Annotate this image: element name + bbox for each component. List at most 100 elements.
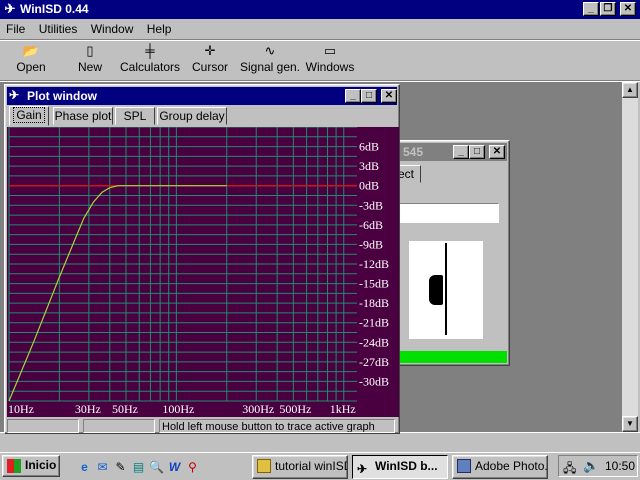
task-winisd[interactable]: ✈ WinISD b... (352, 455, 448, 479)
menu-help[interactable]: Help (147, 22, 172, 36)
network-icon[interactable]: 🖧 (563, 459, 576, 480)
vertical-scrollbar[interactable]: ▲ ▼ (622, 82, 638, 432)
x-tick-label: 1kHz (330, 402, 356, 416)
start-label: Inicio (25, 458, 57, 472)
tab-spl[interactable]: SPL (115, 107, 155, 125)
tab-spl-label: SPL (123, 109, 147, 123)
project-maximize-button[interactable]: □ (469, 145, 485, 159)
plot-minimize-button[interactable]: _ (345, 89, 361, 103)
status-pane-2 (83, 419, 155, 433)
explorer-icon[interactable]: 🔍 (148, 459, 165, 475)
ie-icon[interactable]: e (76, 459, 93, 475)
plot-window-icon: ✈ (9, 88, 20, 102)
restore-button[interactable]: ❐ (600, 2, 616, 16)
x-tick-label: 300Hz (242, 402, 274, 416)
task-photoshop-label: Adobe Photo... (475, 459, 548, 473)
calculators-button[interactable]: ╪ Calculators (118, 42, 182, 78)
windows-icon: ▭ (323, 43, 337, 58)
folder-icon (257, 459, 271, 473)
y-tick-label: -9dB (359, 237, 383, 251)
menu-divider (0, 39, 640, 41)
y-tick-label: -6dB (359, 218, 383, 232)
clock: 10:50 (605, 459, 636, 473)
open-button[interactable]: 📂 Open (10, 42, 52, 78)
plot-background (7, 127, 399, 417)
y-tick-label: 6dB (359, 140, 379, 154)
new-button[interactable]: ▯ New (70, 42, 110, 78)
tab-phase-label: Phase plot (54, 109, 112, 123)
y-tick-label: -3dB (359, 198, 383, 212)
signal-gen-label: Signal gen. (239, 60, 301, 74)
gain-chart[interactable]: 6dB 3dB 0dB -3dB -6dB -9dB -12dB -15dB -18dB -21d… (7, 127, 399, 417)
box-preview (409, 241, 483, 339)
app-icon: ✈ (4, 1, 16, 16)
calculators-label: Calculators (119, 60, 181, 74)
cursor-button[interactable]: ✛ Cursor (190, 42, 230, 78)
x-tick-label: 30Hz (75, 402, 101, 416)
photoshop-icon (457, 459, 471, 473)
plot-window[interactable]: ✈ Plot window _ □ ✕ Gain Phase plot SPL … (4, 84, 400, 434)
horizontal-scroll-strip (0, 432, 640, 452)
project-title: 545 (403, 145, 424, 159)
close-button[interactable]: ✕ (620, 2, 636, 16)
scroll-down-button[interactable]: ▼ (622, 416, 638, 432)
tab-phase-plot[interactable]: Phase plot (53, 107, 113, 125)
menu-file[interactable]: File (6, 22, 25, 36)
project-name-field[interactable] (383, 203, 499, 223)
x-tick-label: 500Hz (279, 402, 311, 416)
status-pane-message: Hold left mouse button to trace active g… (159, 419, 395, 433)
system-tray: 🖧 🔈 10:50 (558, 455, 638, 477)
channels-icon[interactable]: ▤ (130, 459, 147, 475)
project-progress-bar (399, 351, 507, 363)
y-tick-label: -18dB (359, 296, 389, 310)
acrobat-icon[interactable]: ⚲ (184, 459, 201, 475)
open-folder-icon: 📂 (22, 43, 40, 58)
cursor-label: Cursor (191, 60, 228, 74)
plot-window-title: Plot window (27, 89, 97, 103)
y-tick-label: -27dB (359, 355, 389, 369)
project-title-bar: 545 _ □ ✕ (383, 143, 507, 161)
y-tick-label: -21dB (359, 316, 389, 330)
project-close-button[interactable]: ✕ (489, 145, 505, 159)
task-tutorial-winisd[interactable]: tutorial winISD (252, 455, 348, 479)
new-label: New (77, 60, 102, 74)
window-title: WinISD 0.44 (20, 2, 89, 16)
plot-close-button[interactable]: ✕ (381, 89, 397, 103)
new-document-icon: ▯ (86, 43, 94, 58)
open-label: Open (16, 60, 46, 74)
tab-group-delay[interactable]: Group delay (157, 107, 227, 125)
project-minimize-button[interactable]: _ (453, 145, 469, 159)
y-tick-label: -24dB (359, 335, 389, 349)
menu-window[interactable]: Window (91, 22, 134, 36)
y-tick-label: 3dB (359, 159, 379, 173)
signal-gen-button[interactable]: ∿ Signal gen. (238, 42, 302, 78)
cursor-icon: ✛ (204, 43, 216, 58)
tab-gain-label: Gain (13, 107, 45, 123)
x-tick-label: 50Hz (112, 402, 138, 416)
status-message: Hold left mouse button to trace active g… (162, 421, 375, 433)
desktop-icon[interactable]: ✎ (112, 459, 129, 475)
volume-icon[interactable]: 🔈 (583, 458, 599, 474)
task-tutorial-label: tutorial winISD (275, 459, 348, 473)
start-button[interactable]: Inicio (2, 455, 60, 477)
menu-bar: File Utilities Window Help (6, 21, 181, 39)
y-tick-label: -12dB (359, 257, 389, 271)
task-adobe-photoshop[interactable]: Adobe Photo... (452, 455, 548, 479)
menu-utilities[interactable]: Utilities (39, 22, 78, 36)
status-pane-1 (7, 419, 79, 433)
y-tick-label: -30dB (359, 374, 389, 388)
y-tick-label: 0dB (359, 179, 379, 193)
word-icon[interactable]: W (166, 459, 183, 475)
x-tick-label: 10Hz (8, 402, 34, 416)
tab-gain[interactable]: Gain (9, 106, 49, 126)
windows-button[interactable]: ▭ Windows (304, 42, 356, 78)
outlook-icon[interactable]: ✉ (94, 459, 111, 475)
winisd-icon: ✈ (357, 462, 368, 476)
x-tick-label: 100Hz (162, 402, 194, 416)
calculator-icon: ╪ (145, 43, 155, 58)
plot-maximize-button[interactable]: □ (361, 89, 377, 103)
tab-group-delay-label: Group delay (159, 109, 225, 123)
scroll-up-button[interactable]: ▲ (622, 82, 638, 98)
plot-tab-strip: Gain Phase plot SPL Group delay (7, 106, 397, 127)
minimize-button[interactable]: _ (583, 2, 599, 16)
